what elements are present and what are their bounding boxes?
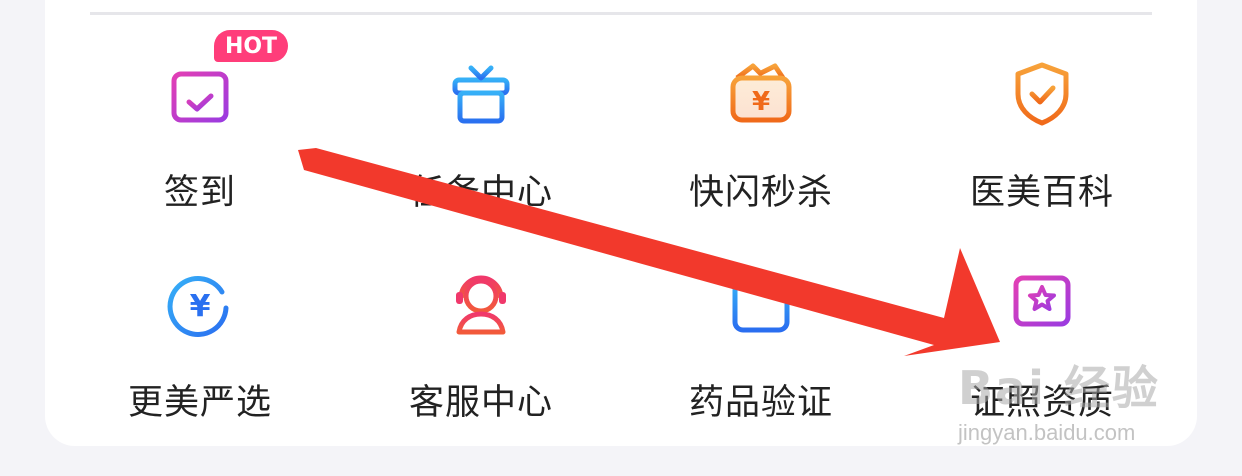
grid-item-customer-service[interactable]: 客服中心 — [341, 218, 621, 423]
svg-text:¥: ¥ — [752, 87, 770, 117]
calendar-check-icon — [164, 58, 236, 130]
grid-item-license[interactable]: 证照资质 — [902, 218, 1182, 423]
grid-item-label: 任务中心 — [408, 173, 553, 213]
grid-item-flash-sale[interactable]: ¥ 快闪秒杀 — [621, 8, 901, 213]
grid-item-label: 更美严选 — [127, 383, 272, 423]
grid-item-label: 快闪秒杀 — [688, 173, 833, 213]
gift-box-icon — [445, 58, 517, 130]
svg-text:¥: ¥ — [190, 289, 211, 324]
grid-item-beauty-wiki[interactable]: 医美百科 — [902, 8, 1182, 213]
grid-item-label: 客服中心 — [408, 383, 553, 423]
grid-item-label: 药品验证 — [688, 383, 833, 423]
medical-plus-icon — [725, 268, 797, 340]
headset-person-icon — [445, 268, 517, 340]
grid-item-drug-verify[interactable]: 药品验证 — [621, 218, 901, 423]
grid-item-label: 证照资质 — [969, 383, 1114, 423]
certificate-star-icon — [1006, 268, 1078, 340]
shield-check-icon — [1006, 58, 1078, 130]
grid-item-selection[interactable]: ¥ 更美严选 — [60, 218, 340, 423]
hot-badge: HOT — [214, 30, 288, 62]
grid-item-task-center[interactable]: 任务中心 — [341, 8, 621, 213]
yuan-circle-icon: ¥ — [164, 268, 236, 340]
yuan-wallet-icon: ¥ — [725, 58, 797, 130]
grid-item-checkin[interactable]: 签到 — [60, 8, 340, 213]
grid-item-label: 医美百科 — [969, 173, 1114, 213]
grid-item-label: 签到 — [163, 173, 236, 213]
